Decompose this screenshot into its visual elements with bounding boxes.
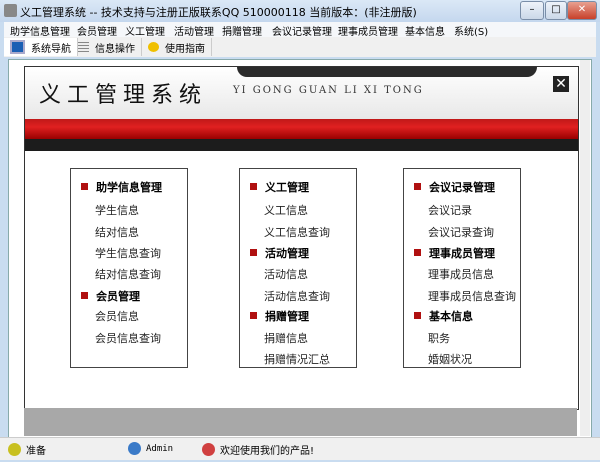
- nav-link[interactable]: 理事成员信息: [428, 266, 494, 282]
- menu-group-box: 义工管理义工信息义工信息查询活动管理活动信息活动信息查询捐赠管理捐赠信息捐赠情况…: [239, 168, 357, 368]
- menu-item[interactable]: 理事成员管理: [338, 23, 398, 38]
- status-message: 欢迎使用我们的产品!: [220, 446, 315, 457]
- product-icon: [202, 443, 215, 456]
- nav-link[interactable]: 婚姻状况: [428, 351, 472, 367]
- app-title: 义工管理系统: [39, 83, 208, 108]
- nav-link[interactable]: 会员信息: [95, 308, 139, 324]
- title-bar: 义工管理系统 -- 技术支持与注册正版联系QQ 510000118 当前版本：(…: [0, 0, 600, 22]
- group-heading: 理事成员管理: [414, 245, 495, 261]
- nav-link[interactable]: 学生信息查询: [95, 245, 161, 261]
- menu-item[interactable]: 助学信息管理: [10, 23, 70, 38]
- toolbar-button[interactable]: 系统导航: [4, 38, 78, 56]
- close-button[interactable]: ✕: [567, 1, 597, 20]
- toolbar-button[interactable]: 使用指南: [142, 38, 212, 56]
- black-band: [25, 139, 578, 151]
- close-icon[interactable]: ✕: [553, 76, 569, 92]
- nav-link[interactable]: 义工信息: [264, 202, 308, 218]
- menu-item[interactable]: 基本信息: [405, 23, 445, 38]
- menu-item[interactable]: 系统(S): [454, 23, 488, 38]
- status-state: 准备: [26, 446, 46, 457]
- status-bar: 准备 Admin 欢迎使用我们的产品!: [0, 437, 600, 460]
- window-title: 义工管理系统 -- 技术支持与注册正版联系QQ 510000118 当前版本：(…: [20, 6, 417, 19]
- toolbar-label: 系统导航: [31, 43, 71, 55]
- menu-item[interactable]: 会议记录管理: [272, 23, 332, 38]
- minimize-button[interactable]: –: [520, 1, 544, 20]
- panel-footer: [24, 408, 577, 436]
- ready-icon: [8, 443, 21, 456]
- status-user: Admin: [146, 443, 174, 454]
- group-heading: 义工管理: [250, 179, 309, 195]
- banner-tab-decoration: [237, 67, 537, 77]
- nav-link[interactable]: 结对信息: [95, 224, 139, 240]
- red-band: [25, 119, 578, 139]
- grid-icon: [78, 42, 89, 52]
- menu-group-box: 助学信息管理学生信息结对信息学生信息查询 结对信息查询会员管理会员信息会员信息查询: [70, 168, 188, 368]
- menu-group-box: 会议记录管理会议记录会议记录查询理事成员管理理事成员信息理事成员信息查询基本信息…: [403, 168, 521, 368]
- nav-link[interactable]: 会议记录: [428, 202, 472, 218]
- user-icon: [128, 442, 141, 455]
- menu-item[interactable]: 捐赠管理: [222, 23, 262, 38]
- group-heading: 活动管理: [250, 245, 309, 261]
- toolbar: 系统导航 信息操作 使用指南: [4, 37, 596, 57]
- nav-link[interactable]: 活动信息: [264, 266, 308, 282]
- nav-link[interactable]: 会员信息查询: [95, 330, 161, 346]
- toolbar-label: 信息操作: [95, 43, 135, 55]
- monitor-icon: [10, 40, 25, 54]
- nav-link[interactable]: 捐赠情况汇总: [264, 351, 330, 367]
- banner: 义工管理系统 YI GONG GUAN LI XI TONG ✕: [25, 67, 578, 119]
- group-heading: 捐赠管理: [250, 308, 309, 324]
- menu-item[interactable]: 会员管理: [77, 23, 117, 38]
- nav-link[interactable]: 结对信息查询: [95, 266, 161, 282]
- group-heading: 会议记录管理: [414, 179, 495, 195]
- group-heading: 助学信息管理: [81, 179, 162, 195]
- menu-bar: 助学信息管理 会员管理 义工管理 活动管理 捐赠管理 会议记录管理 理事成员管理 基本信息 系统…: [4, 22, 596, 38]
- toolbar-button[interactable]: 信息操作: [72, 38, 142, 56]
- app-pinyin: YI GONG GUAN LI XI TONG: [233, 85, 424, 96]
- menu-item[interactable]: 活动管理: [174, 23, 214, 38]
- vertical-scrollbar[interactable]: [580, 60, 590, 436]
- nav-link[interactable]: 活动信息查询: [264, 288, 330, 304]
- nav-link[interactable]: 职务: [428, 330, 450, 346]
- help-icon: [148, 42, 159, 52]
- nav-link[interactable]: 理事成员信息查询: [428, 288, 516, 304]
- toolbar-label: 使用指南: [165, 43, 205, 55]
- app-icon: [4, 4, 17, 17]
- maximize-button[interactable]: □: [545, 1, 567, 20]
- group-heading: 会员管理: [81, 288, 140, 304]
- nav-link[interactable]: 学生信息: [95, 202, 139, 218]
- nav-link[interactable]: 捐赠信息: [264, 330, 308, 346]
- nav-link[interactable]: 会议记录查询: [428, 224, 494, 240]
- nav-link[interactable]: 义工信息查询: [264, 224, 330, 240]
- menu-item[interactable]: 义工管理: [125, 23, 165, 38]
- group-heading: 基本信息: [414, 308, 473, 324]
